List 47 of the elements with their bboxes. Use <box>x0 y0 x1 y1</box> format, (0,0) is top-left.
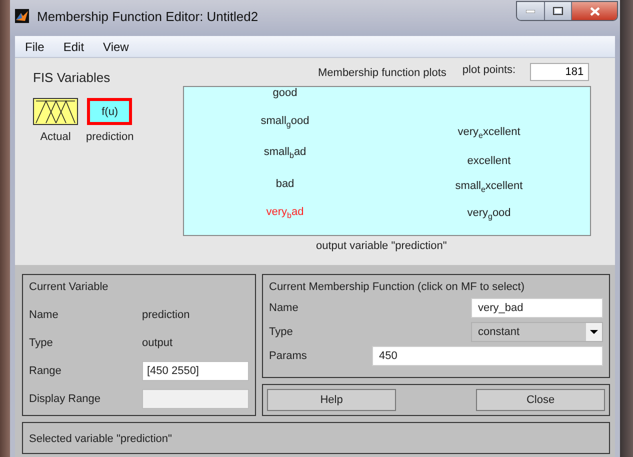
field-label: Display Range <box>29 393 102 405</box>
menu-item[interactable]: Edit <box>63 40 84 54</box>
variable-label: prediction <box>86 131 134 143</box>
mf-label[interactable]: good <box>272 87 298 99</box>
window-title: Membership Function Editor: Untitled2 <box>37 9 258 24</box>
dialog-button[interactable]: Close <box>476 389 605 411</box>
field-label: Params <box>269 350 307 362</box>
panel-title: Current Membership Function (click on MF to select) <box>269 281 526 293</box>
panel-title: Current Variable <box>29 281 110 293</box>
mf-label[interactable]: very$_{e}$xcellent <box>458 126 520 140</box>
caret-icon <box>590 330 598 334</box>
range-field[interactable]: [450 2550] <box>142 361 249 381</box>
field-value: output <box>142 337 174 349</box>
close-icon <box>590 6 600 16</box>
field-label: Name <box>269 302 298 314</box>
mf-label[interactable]: bad <box>276 178 294 190</box>
field-label: Type <box>269 326 293 338</box>
app-logo-icon <box>15 9 29 23</box>
field-value: prediction <box>142 309 191 321</box>
section-title: FIS Variables <box>33 70 112 85</box>
status-text: Selected variable "prediction" <box>29 433 172 445</box>
plot-title: Membership function plots <box>318 67 446 79</box>
maximize-button[interactable] <box>544 2 571 20</box>
output-variable-box[interactable]: f(u) <box>87 98 132 125</box>
minimize-icon <box>526 10 535 12</box>
mf-label[interactable]: small$_{g}$ood <box>260 115 310 129</box>
params-field[interactable]: 450 <box>372 346 603 366</box>
plot-caption: output variable "prediction" <box>316 240 448 252</box>
mf-label[interactable]: excellent <box>467 155 511 167</box>
variable-label: Actual <box>40 131 71 143</box>
name-field[interactable]: very_bad <box>471 298 603 318</box>
menu-item[interactable]: File <box>25 40 44 54</box>
field-label: Name <box>29 309 60 321</box>
mf-label[interactable]: small$_{e}$xcellent <box>455 180 523 194</box>
maximize-icon <box>553 7 563 15</box>
close-button[interactable] <box>571 2 617 20</box>
field-label: Type <box>29 337 54 349</box>
dialog-button[interactable]: Help <box>267 389 396 411</box>
mf-label[interactable]: small$_{b}$ad <box>264 146 306 160</box>
plot-points-field[interactable]: 181 <box>530 63 589 81</box>
mf-label[interactable]: very$_{b}$ad <box>266 206 304 220</box>
menu-item[interactable]: View <box>103 40 129 54</box>
type-dropdown[interactable]: constant <box>471 322 603 342</box>
field-label: Range <box>29 365 62 377</box>
plot-points-label: plot points: <box>462 64 516 76</box>
mf-label[interactable]: very$_{g}$ood <box>467 207 511 221</box>
input-variable-box[interactable] <box>33 98 78 125</box>
